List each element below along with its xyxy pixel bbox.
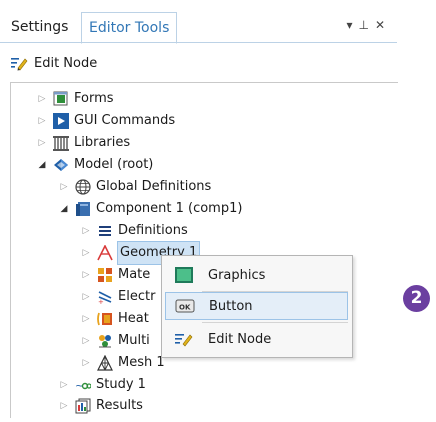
collapsed-arrow-icon[interactable]: ▷: [81, 352, 91, 374]
collapsed-arrow-icon[interactable]: ▷: [81, 220, 91, 242]
mesh-icon: [97, 354, 113, 371]
component-icon: [75, 201, 91, 217]
window-controls: ▾⊥✕: [346, 18, 391, 32]
menu-item-label: Edit Node: [208, 331, 272, 347]
collapsed-arrow-icon[interactable]: ▷: [81, 308, 91, 330]
menu-item-button[interactable]: OK Button: [165, 292, 348, 320]
tree-item-mesh1[interactable]: ▷ Mesh 1: [81, 352, 165, 374]
menu-separator: [202, 322, 348, 323]
tree-label: Mesh 1: [118, 355, 165, 370]
pin-icon[interactable]: ⊥: [358, 18, 374, 32]
gui-commands-icon: [53, 113, 69, 129]
tree-label: Libraries: [74, 135, 131, 150]
heat-icon: [97, 311, 113, 327]
menu-item-edit-node[interactable]: Edit Node: [165, 325, 348, 353]
tree-label: Model (root): [74, 157, 154, 172]
dropdown-icon[interactable]: ▾: [346, 18, 358, 32]
collapsed-arrow-icon[interactable]: ▷: [37, 110, 47, 132]
tree-item-materials[interactable]: ▷ Mate: [81, 264, 150, 286]
callout-badge: 2: [403, 285, 430, 312]
edit-node-icon: [174, 330, 194, 348]
materials-icon: [97, 267, 113, 283]
collapsed-arrow-icon[interactable]: ▷: [81, 330, 91, 352]
tree-label: Multi: [118, 333, 150, 348]
multiphysics-icon: [97, 333, 113, 349]
collapsed-arrow-icon[interactable]: ▷: [59, 176, 69, 198]
electric-icon: +: [97, 289, 113, 306]
collapsed-arrow-icon[interactable]: ▷: [37, 88, 47, 110]
tab-editor-tools[interactable]: Editor Tools: [81, 12, 178, 44]
definitions-icon: [97, 223, 113, 239]
tree-item-electric[interactable]: ▷ + Electr: [81, 286, 156, 308]
tree-item-multiphysics[interactable]: ▷ Multi: [81, 330, 150, 352]
tree-item-results[interactable]: ▷ Results: [59, 395, 143, 417]
menu-item-graphics[interactable]: Graphics: [165, 261, 348, 289]
tree-label: Global Definitions: [96, 179, 212, 194]
menu-item-label: Graphics: [208, 267, 266, 283]
tree-item-definitions[interactable]: ▷ Definitions: [81, 220, 188, 242]
tree-item-model-root[interactable]: ◢ Model (root): [37, 154, 154, 176]
globe-icon: [75, 179, 91, 195]
expanded-arrow-icon[interactable]: ◢: [59, 198, 69, 220]
tree-label: Definitions: [118, 223, 188, 238]
tree-item-gui-commands[interactable]: ▷ GUI Commands: [37, 110, 175, 132]
libraries-icon: [53, 135, 69, 151]
results-icon: [75, 398, 91, 414]
menu-item-label: Button: [209, 298, 253, 314]
svg-text:+: +: [98, 298, 104, 305]
collapsed-arrow-icon[interactable]: ▷: [81, 264, 91, 286]
forms-icon: [53, 91, 69, 107]
collapsed-arrow-icon[interactable]: ▷: [37, 132, 47, 154]
study-icon: ~: [75, 377, 92, 393]
tree-item-libraries[interactable]: ▷ Libraries: [37, 132, 130, 154]
tree-label: Component 1 (comp1): [96, 201, 243, 216]
graphics-icon: [174, 266, 194, 284]
tab-bar: Settings Editor Tools ▾⊥✕: [0, 0, 397, 44]
tree-label: GUI Commands: [74, 113, 176, 128]
collapsed-arrow-icon[interactable]: ▷: [59, 395, 69, 417]
edit-node-icon: [10, 55, 28, 71]
tree-item-global-definitions[interactable]: ▷ Global Definitions: [59, 176, 211, 198]
tree-label: Results: [96, 398, 143, 413]
tree-label: Heat: [118, 311, 149, 326]
tree-item-study1[interactable]: ▷ ~ Study 1: [59, 374, 146, 396]
tab-settings[interactable]: Settings: [4, 12, 75, 42]
collapsed-arrow-icon[interactable]: ▷: [81, 242, 91, 264]
close-icon[interactable]: ✕: [375, 18, 391, 32]
ok-button-icon: OK: [175, 297, 195, 315]
edit-node-button[interactable]: Edit Node: [10, 52, 97, 74]
collapsed-arrow-icon[interactable]: ▷: [81, 286, 91, 308]
context-menu: Graphics OK Button Edit Node: [161, 255, 353, 358]
svg-text:OK: OK: [179, 304, 191, 312]
tree-label: Mate: [118, 267, 151, 282]
edit-node-label: Edit Node: [34, 55, 98, 71]
expanded-arrow-icon[interactable]: ◢: [37, 154, 47, 176]
geometry-icon: [97, 244, 113, 261]
tree-label: Forms: [74, 91, 114, 106]
tree-label: Electr: [118, 289, 156, 304]
model-icon: [53, 157, 69, 173]
tab-divider: [0, 42, 397, 43]
tree-item-forms[interactable]: ▷ Forms: [37, 88, 114, 110]
tree-item-heat[interactable]: ▷ Heat: [81, 308, 149, 330]
tree-label: Study 1: [96, 377, 146, 392]
tree-item-component1[interactable]: ◢ Component 1 (comp1): [59, 198, 242, 220]
collapsed-arrow-icon[interactable]: ▷: [59, 374, 69, 396]
